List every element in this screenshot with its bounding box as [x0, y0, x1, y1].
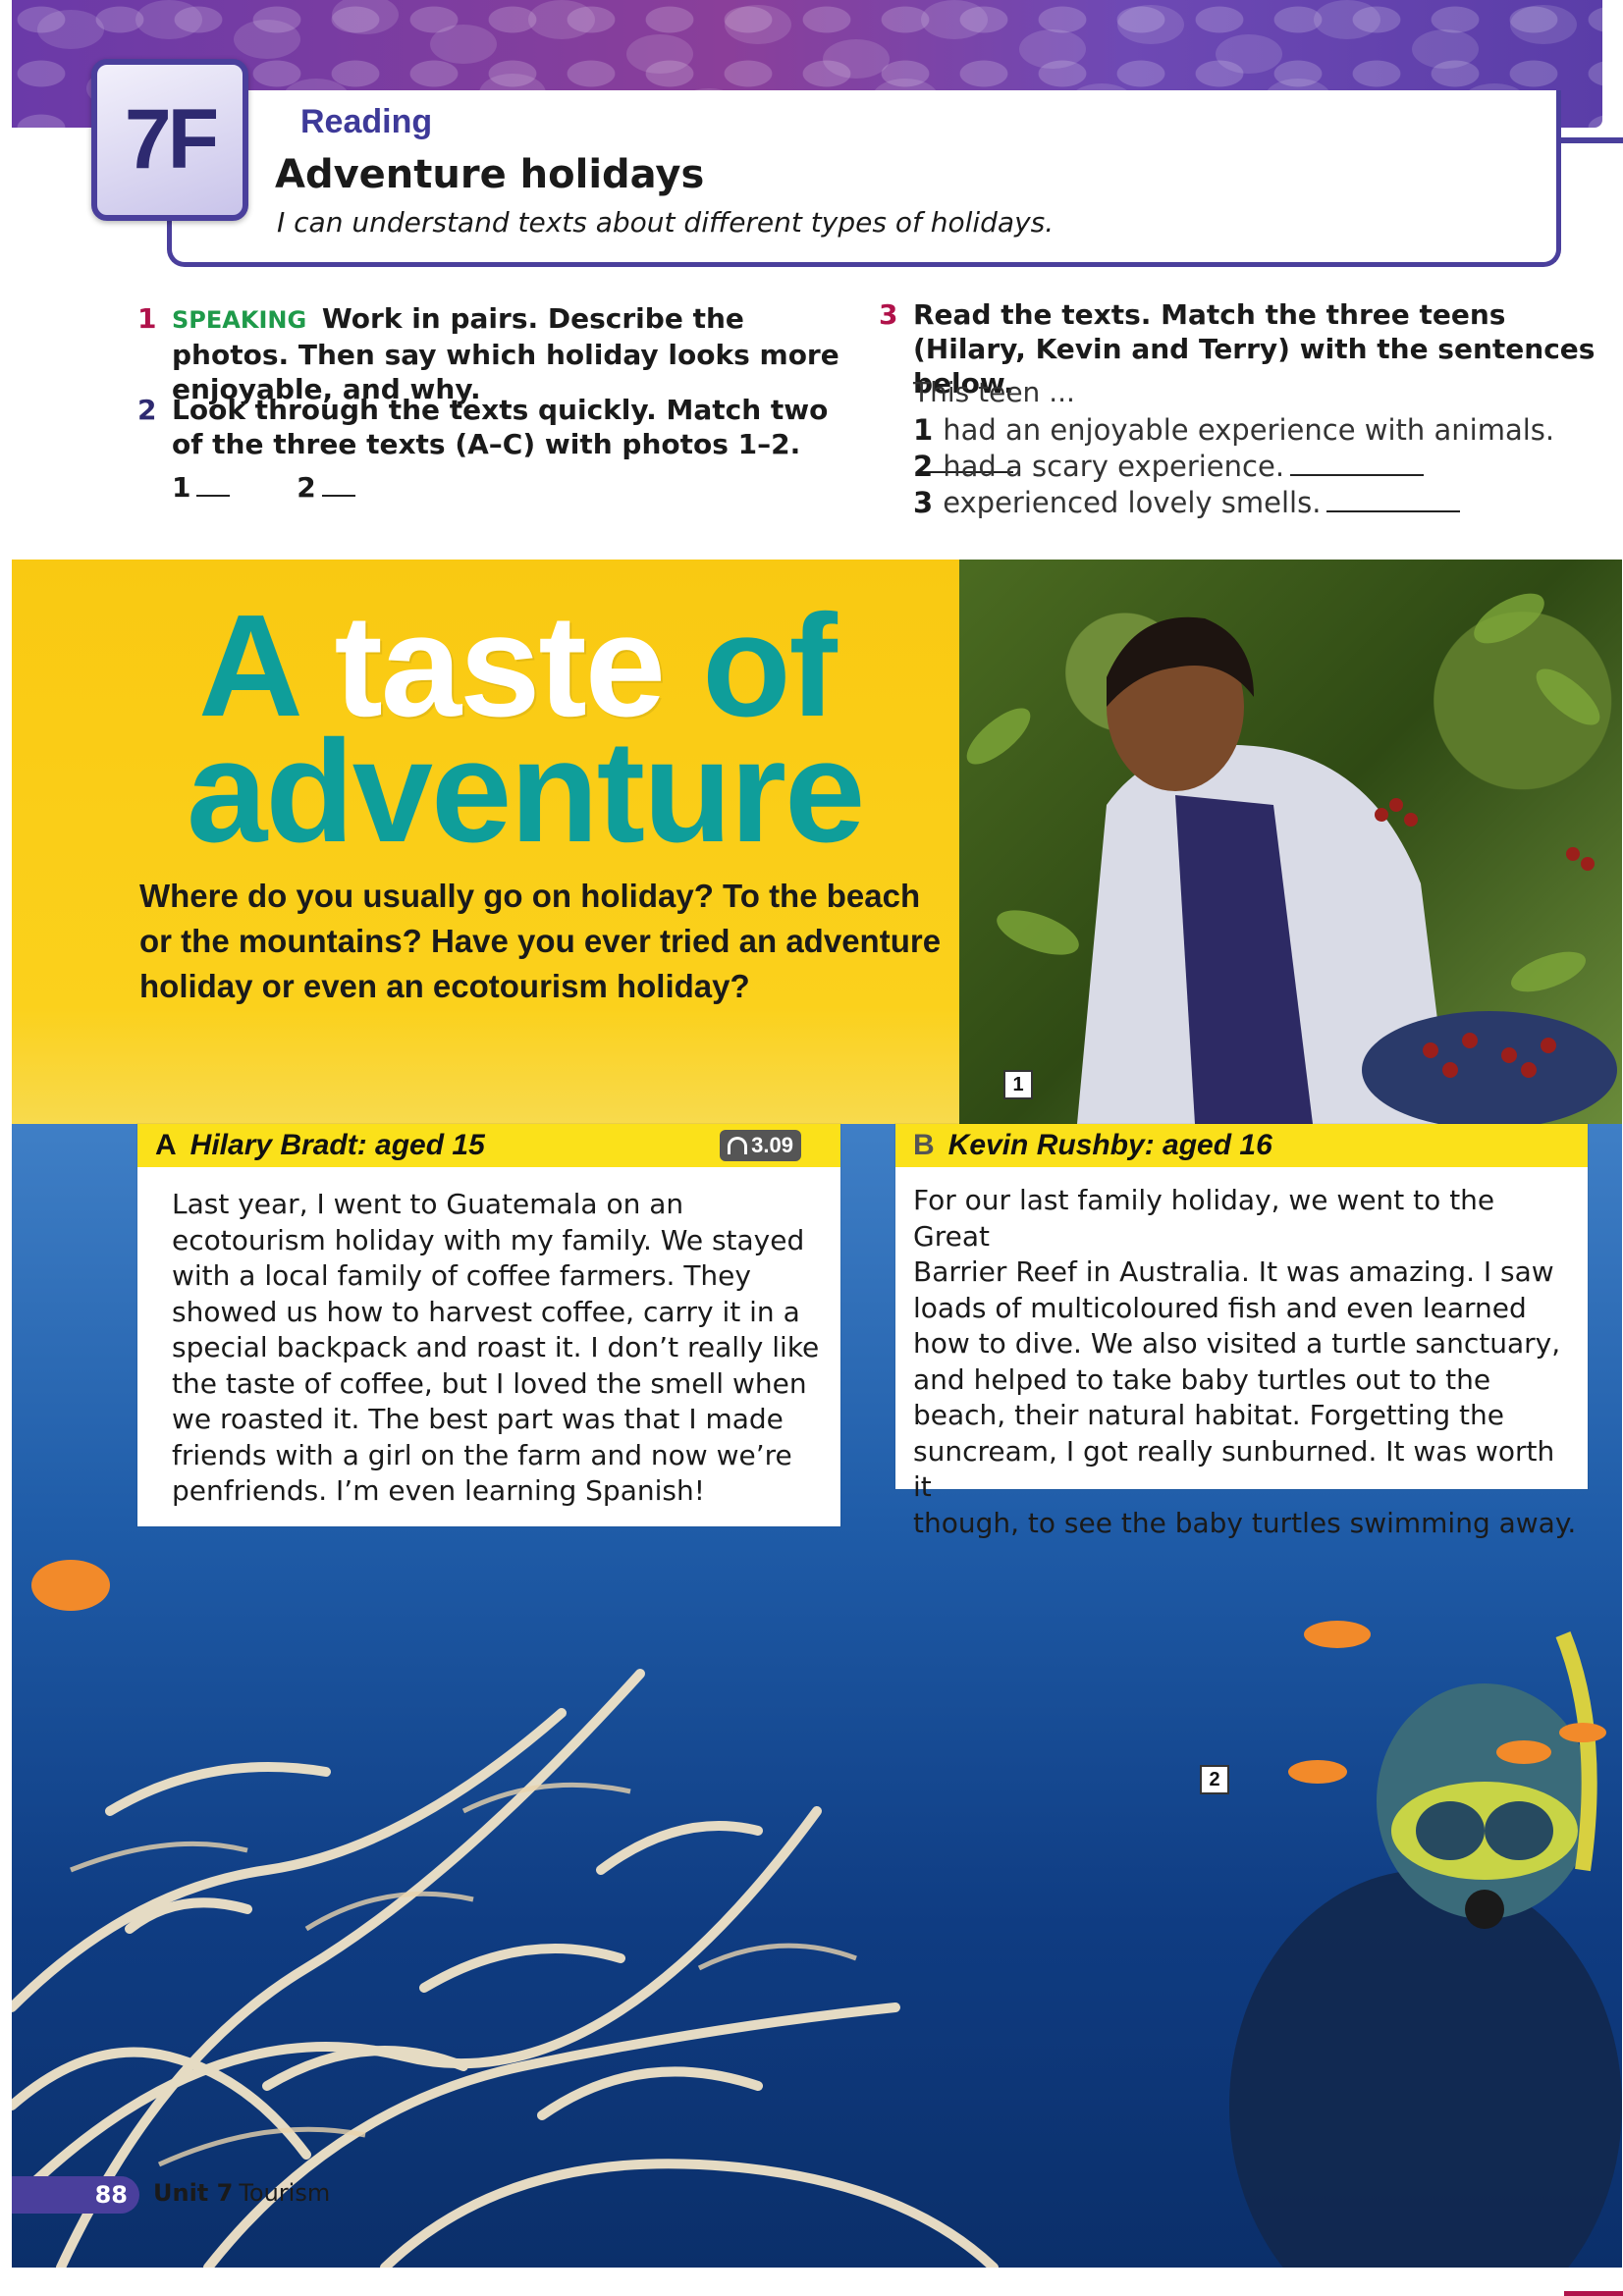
card-b-letter: B [913, 1129, 935, 1161]
card-a-line: with a local family of coffee farmers. T… [172, 1259, 751, 1292]
sentence-1-number: 1 [913, 413, 934, 447]
card-a-header: A Hilary Bradt: aged 15 3.09 [137, 1124, 840, 1167]
card-b-header: B Kevin Rushby: aged 16 [895, 1124, 1588, 1167]
page-number: 88 [12, 2176, 139, 2214]
card-a-line: Last year, I went to Guatemala on an [172, 1188, 684, 1220]
exercise-1-number: 1 [137, 302, 157, 335]
sentence-3: 3 experienced lovely smells. [913, 486, 1461, 519]
feature-title-adventure: adventure [187, 711, 865, 873]
text-card-a: A Hilary Bradt: aged 15 3.09 Last year, I… [137, 1124, 840, 1526]
page-subtitle: I can understand texts about different t… [277, 206, 1055, 239]
unit-badge: 7F [91, 59, 248, 221]
exercise-2-blanks: 1 2 [172, 471, 355, 504]
photo-1-label: 1 [1003, 1070, 1033, 1099]
feature-intro: Where do you usually go on holiday? To t… [139, 878, 942, 1004]
sentence-2-text: had a scary experience. [943, 450, 1285, 483]
card-b-line: how to dive. We also visited a turtle sa… [913, 1327, 1561, 1360]
sentence-3-blank[interactable] [1326, 510, 1461, 512]
card-a-line: showed us how to harvest coffee, carry i… [172, 1295, 800, 1328]
blank-2-line[interactable] [321, 495, 355, 497]
card-a-line: the taste of coffee, but I loved the sme… [172, 1366, 807, 1400]
card-a-text: Last year, I went to Guatemala on an eco… [137, 1167, 840, 1510]
exercise-2: 2 Look through the texts quickly. Match … [137, 393, 844, 461]
card-a-name: Hilary Bradt: aged 15 [189, 1129, 485, 1161]
card-a-line: penfriends. I’m even learning Spanish! [172, 1474, 705, 1507]
sentence-2: 2 had a scary experience. [913, 450, 1425, 483]
card-b-text: For our last family holiday, we went to … [895, 1167, 1588, 1541]
exercise-2-text: Look through the texts quickly. Match tw… [172, 394, 829, 460]
card-a-letter: A [155, 1129, 177, 1161]
sentence-3-text: experienced lovely smells. [943, 486, 1322, 519]
sentence-2-blank[interactable] [1290, 474, 1425, 476]
feature-panel: 1 2 A taste of adventure Where do you us… [12, 560, 1622, 2268]
blank-1-label: 1 [172, 471, 191, 504]
header-rule [1561, 137, 1623, 143]
unit-badge-text: 7F [124, 92, 219, 187]
card-a-line: we roasted it. The best part was that I … [172, 1403, 784, 1435]
audio-track-number: 3.09 [751, 1133, 793, 1157]
sentence-2-number: 2 [913, 450, 934, 483]
headphones-icon [728, 1137, 748, 1154]
exercise-3-number: 3 [879, 298, 898, 331]
sentence-3-number: 3 [913, 486, 934, 519]
card-b-line: suncream, I got really sunburned. It was… [913, 1434, 1555, 1504]
blank-2-label: 2 [297, 471, 316, 504]
coffee-picker-illustration [966, 593, 1617, 1129]
card-b-line: and helped to take baby turtles out to t… [913, 1362, 1491, 1396]
card-b-line: beach, their natural habitat. Forgetting… [913, 1399, 1504, 1431]
footer-topic: Tourism [239, 2179, 331, 2207]
card-b-line: For our last family holiday, we went to … [913, 1184, 1495, 1253]
audio-track-button[interactable]: 3.09 [720, 1130, 801, 1161]
exercise-1: 1 SPEAKING Work in pairs. Describe the p… [137, 301, 844, 406]
card-b-name: Kevin Rushby: aged 16 [947, 1129, 1272, 1161]
speaking-tag: SPEAKING [172, 306, 307, 334]
card-b-line: Barrier Reef in Australia. It was amazin… [913, 1255, 1554, 1288]
card-b-line: loads of multicoloured fish and even lea… [913, 1291, 1527, 1324]
card-a-line: special backpack and roast it. I don’t r… [172, 1331, 820, 1363]
text-card-b: B Kevin Rushby: aged 16 For our last fami… [895, 1124, 1588, 1539]
footer-unit-label: Unit 7 [153, 2179, 234, 2207]
card-b-line: though, to see the baby turtles swimming… [913, 1506, 1577, 1539]
section-label: Reading [300, 103, 433, 140]
page-title: Adventure holidays [275, 152, 705, 197]
photo-1-coffee-harvest: 1 [959, 560, 1622, 1129]
corner-mark [1564, 2291, 1623, 2296]
card-a-line: friends with a girl on the farm and now … [172, 1438, 792, 1471]
exercise-2-number: 2 [137, 394, 157, 426]
exercise-3-intro: This teen ... [913, 376, 1075, 408]
footer-unit: Unit 7 Tourism [153, 2179, 330, 2207]
sentence-1-text: had an enjoyable experience with animals… [943, 413, 1555, 447]
card-a-line: ecotourism holiday with my family. We st… [172, 1223, 805, 1256]
feature-title: A taste of adventure [187, 594, 865, 865]
photo-2-label: 2 [1200, 1765, 1229, 1794]
blank-1-line[interactable] [196, 495, 231, 497]
